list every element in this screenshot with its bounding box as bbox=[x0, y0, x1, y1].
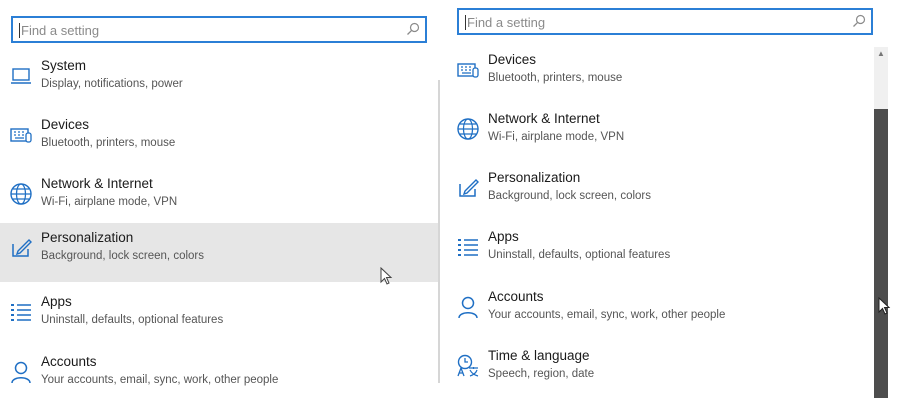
item-title: Personalization bbox=[488, 170, 581, 185]
pen-tablet-icon bbox=[459, 179, 479, 197]
settings-item-accounts[interactable]: Accounts Your accounts, email, sync, wor… bbox=[0, 347, 440, 398]
item-subtitle: Your accounts, email, sync, work, other … bbox=[488, 309, 726, 321]
person-icon bbox=[458, 296, 478, 319]
item-title: Accounts bbox=[488, 289, 544, 304]
item-subtitle: Speech, region, date bbox=[488, 368, 595, 380]
search-placeholder: Find a setting bbox=[18, 23, 100, 38]
settings-item-devices[interactable]: Devices Bluetooth, printers, mouse bbox=[448, 45, 903, 104]
item-subtitle: Wi-Fi, airplane mode, VPN bbox=[488, 131, 625, 143]
laptop-icon bbox=[11, 68, 31, 84]
item-subtitle: Background, lock screen, colors bbox=[488, 190, 651, 202]
item-subtitle: Bluetooth, printers, mouse bbox=[41, 137, 176, 149]
globe-icon bbox=[10, 183, 32, 205]
item-title: Accounts bbox=[41, 354, 97, 369]
scrollbar-thumb[interactable] bbox=[874, 109, 888, 398]
pen-tablet-icon bbox=[12, 239, 32, 257]
item-title: Time & language bbox=[488, 348, 590, 363]
settings-item-network-internet[interactable]: Network & Internet Wi-Fi, airplane mode,… bbox=[0, 169, 440, 228]
person-icon bbox=[11, 361, 31, 384]
settings-item-network-internet[interactable]: Network & Internet Wi-Fi, airplane mode,… bbox=[448, 104, 903, 163]
item-title: Devices bbox=[488, 52, 537, 67]
item-title: Apps bbox=[41, 294, 72, 309]
scroll-up-arrow-icon[interactable]: ▲ bbox=[874, 49, 888, 59]
item-title: Network & Internet bbox=[41, 176, 153, 191]
item-title: System bbox=[41, 58, 87, 73]
item-subtitle: Uninstall, defaults, optional features bbox=[41, 314, 224, 326]
time-language-icon bbox=[457, 354, 479, 377]
item-title: Apps bbox=[488, 229, 519, 244]
item-subtitle: Wi-Fi, airplane mode, VPN bbox=[41, 196, 178, 208]
list-icon bbox=[11, 304, 31, 321]
keyboard-icon bbox=[10, 128, 32, 143]
pane-divider bbox=[438, 80, 440, 383]
settings-item-personalization[interactable]: Personalization Background, lock screen,… bbox=[448, 163, 903, 222]
scrollbar[interactable]: ▲ bbox=[874, 47, 888, 398]
search-input[interactable]: Find a setting bbox=[11, 16, 427, 43]
item-title: Network & Internet bbox=[488, 111, 600, 126]
globe-icon bbox=[457, 118, 479, 140]
search-icon[interactable] bbox=[406, 22, 420, 36]
item-subtitle: Background, lock screen, colors bbox=[41, 250, 204, 262]
item-subtitle: Uninstall, defaults, optional features bbox=[488, 249, 671, 261]
settings-item-apps[interactable]: Apps Uninstall, defaults, optional featu… bbox=[448, 222, 903, 281]
item-subtitle: Bluetooth, printers, mouse bbox=[488, 72, 623, 84]
settings-pane-right: Find a setting Devices Bluetooth, printe… bbox=[448, 0, 903, 398]
settings-item-personalization[interactable]: Personalization Background, lock screen,… bbox=[0, 223, 440, 282]
item-subtitle: Display, notifications, power bbox=[41, 78, 183, 90]
settings-item-accounts[interactable]: Accounts Your accounts, email, sync, wor… bbox=[448, 282, 903, 341]
item-title: Devices bbox=[41, 117, 90, 132]
settings-item-devices[interactable]: Devices Bluetooth, printers, mouse bbox=[0, 110, 440, 169]
settings-item-time-language[interactable]: Time & language Speech, region, date bbox=[448, 341, 903, 398]
search-placeholder: Find a setting bbox=[464, 15, 546, 30]
settings-item-system[interactable]: System Display, notifications, power bbox=[0, 51, 440, 110]
list-icon bbox=[458, 239, 478, 256]
item-subtitle: Your accounts, email, sync, work, other … bbox=[41, 374, 279, 386]
search-input[interactable]: Find a setting bbox=[457, 8, 873, 35]
search-icon[interactable] bbox=[852, 14, 866, 28]
settings-item-apps[interactable]: Apps Uninstall, defaults, optional featu… bbox=[0, 287, 440, 346]
mouse-pointer-icon bbox=[878, 297, 891, 315]
keyboard-icon bbox=[457, 63, 479, 78]
mouse-pointer-icon bbox=[380, 267, 393, 285]
settings-pane-left: Find a setting System Display, notificat… bbox=[0, 0, 440, 398]
item-title: Personalization bbox=[41, 230, 134, 245]
